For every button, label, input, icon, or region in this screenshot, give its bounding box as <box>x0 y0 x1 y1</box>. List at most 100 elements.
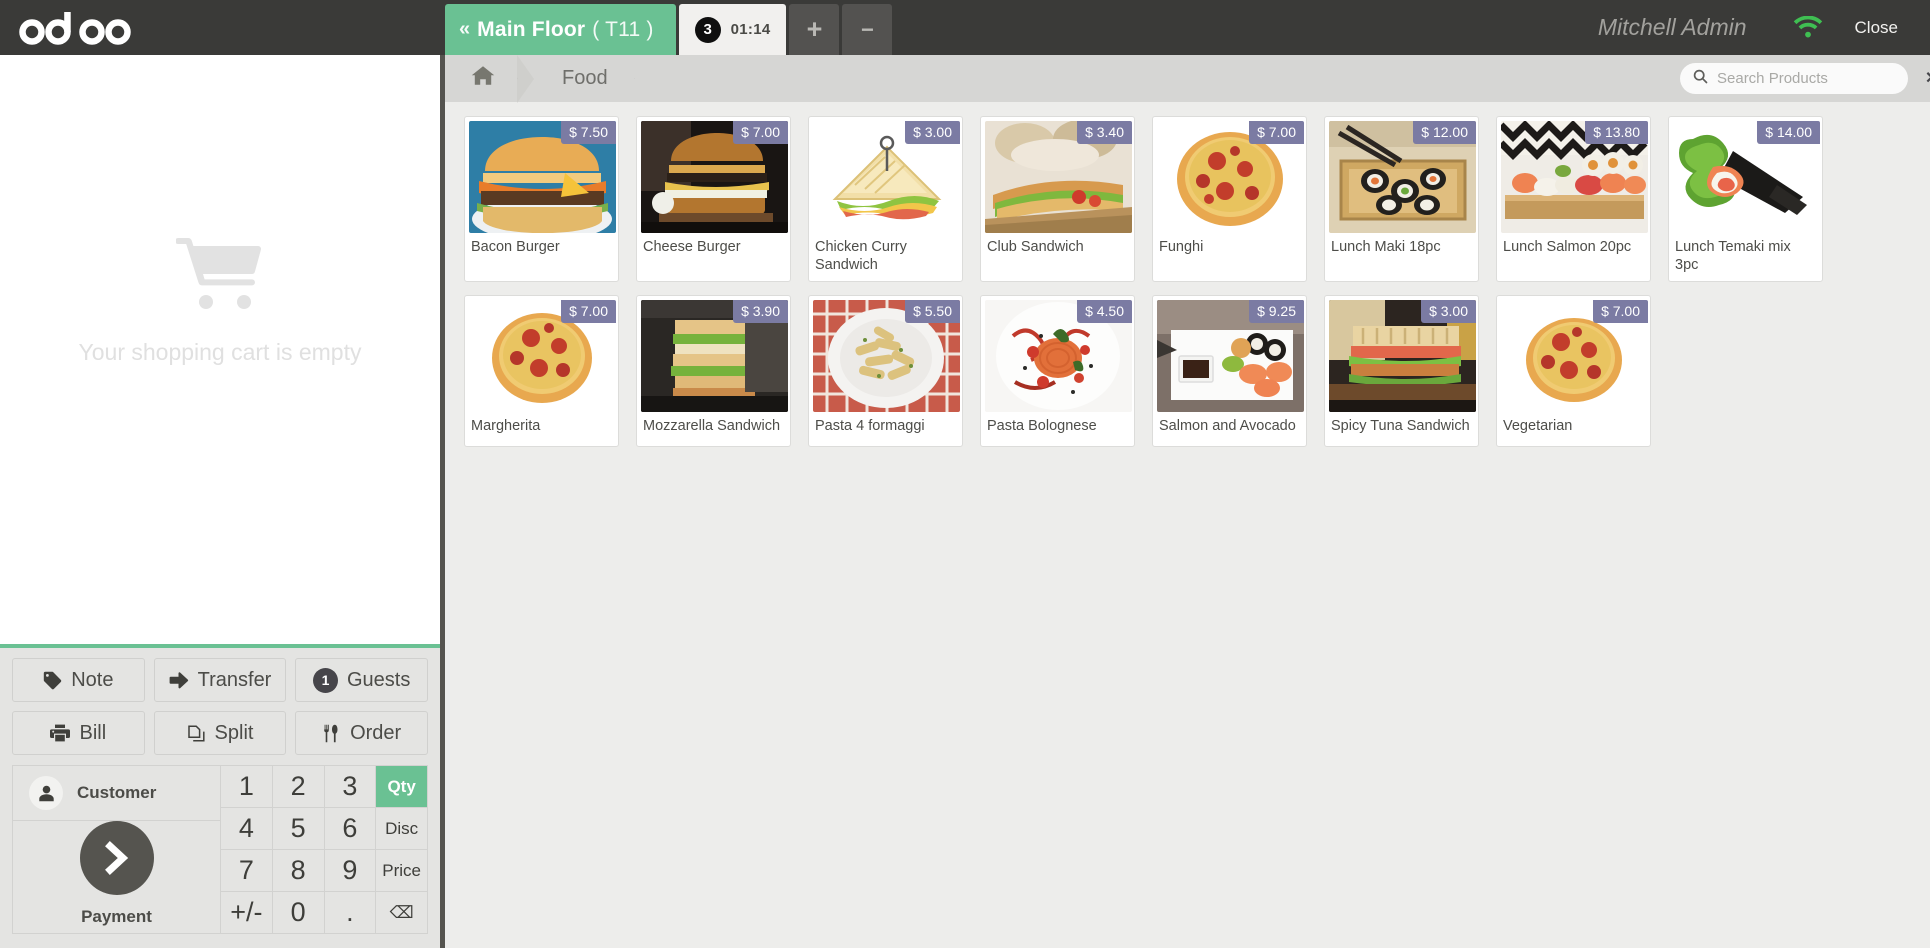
product-card[interactable]: $ 7.00 Margherita <box>464 295 619 448</box>
product-name: Club Sandwich <box>987 239 1084 255</box>
product-price: $ 13.80 <box>1585 121 1648 144</box>
product-name: Spicy Tuna Sandwich <box>1331 418 1470 435</box>
numpad-key-2[interactable]: 2 <box>272 766 325 808</box>
product-price: $ 3.90 <box>733 300 788 324</box>
numpad-key-0[interactable]: 0 <box>272 892 325 934</box>
product-image: $ 3.00 <box>1329 300 1476 413</box>
product-card[interactable]: $ 5.50 Pasta 4 formaggi <box>808 295 963 448</box>
plus-icon: + <box>806 14 823 44</box>
numpad-key-5[interactable]: 5 <box>272 808 325 850</box>
order-actions-grid: Note Transfer 1 Guests Bill Split Order <box>12 658 428 755</box>
empty-cart-placeholder: Your shopping cart is empty <box>0 55 440 644</box>
floor-selector-tab[interactable]: « Main Floor ( T11 ) <box>445 4 676 55</box>
pos-application: « Main Floor ( T11 ) 3 01:14 + − Mitchel… <box>0 0 1930 948</box>
product-search-box[interactable]: ✕ <box>1680 63 1930 94</box>
product-card[interactable]: $ 7.00 Funghi <box>1152 116 1307 283</box>
transfer-button[interactable]: Transfer <box>153 658 287 702</box>
tag-icon <box>43 671 62 690</box>
breadcrumb-separator <box>517 54 534 103</box>
add-order-button[interactable]: + <box>789 4 840 55</box>
product-price: $ 3.00 <box>1421 300 1476 324</box>
numpad-key-7[interactable]: 7 <box>221 850 273 892</box>
product-card[interactable]: $ 12.00 Lunch Maki 18pc <box>1324 116 1479 283</box>
numpad-key-6[interactable]: 6 <box>324 808 377 850</box>
product-card[interactable]: $ 13.80 Lunch Salmon 20pc <box>1496 116 1651 283</box>
breadcrumb-category[interactable]: Food <box>534 55 634 102</box>
printer-icon <box>50 724 71 742</box>
table-name: ( T11 ) <box>592 17 654 41</box>
product-image: $ 9.25 <box>1157 300 1304 413</box>
numpad: 1 2 3 Qty 4 5 6 Disc 7 8 9 Price +/- 0 .… <box>220 765 428 934</box>
numpad-key-1[interactable]: 1 <box>221 766 273 808</box>
numpad-mode-price[interactable]: Price <box>376 850 428 892</box>
product-price: $ 3.40 <box>1077 121 1132 144</box>
numpad-key-9[interactable]: 9 <box>324 850 377 892</box>
product-name: Lunch Salmon 20pc <box>1503 239 1632 255</box>
guest-count-badge: 1 <box>312 667 338 693</box>
minus-icon: − <box>861 16 874 42</box>
numpad-key-8[interactable]: 8 <box>272 850 325 892</box>
product-list-scroll[interactable]: $ 7.50 Bacon Burger $ 7.00 Cheese Burger… <box>445 102 1930 948</box>
remove-order-button[interactable]: − <box>842 4 893 55</box>
product-price: $ 3.00 <box>905 121 960 144</box>
close-icon[interactable]: ✕ <box>1925 70 1930 87</box>
note-button[interactable]: Note <box>12 658 145 702</box>
pos-body: Your shopping cart is empty Note Transfe… <box>0 54 1930 948</box>
product-price: $ 12.00 <box>1413 121 1476 144</box>
active-order-tab[interactable]: 3 01:14 <box>678 4 787 55</box>
numpad-key-sign[interactable]: +/- <box>221 892 273 934</box>
close-pos-button[interactable]: Close <box>1843 18 1924 38</box>
payment-column: Customer Payment <box>12 765 220 934</box>
product-image: $ 12.00 <box>1329 121 1476 233</box>
numpad-mode-discount[interactable]: Disc <box>376 808 428 850</box>
numpad-key-decimal[interactable]: . <box>324 892 377 934</box>
product-price: $ 7.00 <box>561 300 616 324</box>
product-price: $ 14.00 <box>1757 121 1820 144</box>
split-button[interactable]: Split <box>153 711 287 755</box>
product-card[interactable]: $ 4.50 Pasta Bolognese <box>980 295 1135 448</box>
payment-button[interactable]: Payment <box>13 821 220 933</box>
customer-label: Customer <box>77 783 157 802</box>
order-panel: Your shopping cart is empty Note Transfe… <box>0 55 445 948</box>
guests-button[interactable]: 1 Guests <box>295 658 428 702</box>
set-customer-button[interactable]: Customer <box>13 766 220 821</box>
product-image: $ 13.80 <box>1501 121 1648 233</box>
shopping-cart-icon <box>175 234 264 317</box>
numpad-key-3[interactable]: 3 <box>324 766 377 808</box>
floor-name: Main Floor <box>477 17 586 41</box>
product-name: Vegetarian <box>1503 418 1573 435</box>
numpad-mode-qty[interactable]: Qty <box>376 766 428 808</box>
product-card[interactable]: $ 3.40 Club Sandwich <box>980 116 1135 283</box>
product-name: Bacon Burger <box>471 239 560 255</box>
wifi-icon[interactable] <box>1773 16 1843 39</box>
product-card[interactable]: $ 3.90 Mozzarella Sandwich <box>636 295 791 448</box>
order-button[interactable]: Order <box>295 711 428 755</box>
product-name: Margherita <box>471 418 541 435</box>
product-card[interactable]: $ 9.25 Salmon and Avocado <box>1152 295 1307 448</box>
product-grid: $ 7.50 Bacon Burger $ 7.00 Cheese Burger… <box>464 116 1930 448</box>
bill-button[interactable]: Bill <box>12 711 145 755</box>
product-name: Cheese Burger <box>643 239 741 255</box>
product-price: $ 5.50 <box>905 300 960 324</box>
breadcrumb-home[interactable] <box>445 55 517 102</box>
numpad-backspace-icon[interactable]: ⌫ <box>376 892 428 934</box>
bill-label: Bill <box>79 721 107 744</box>
copy-icon <box>187 724 206 743</box>
current-user-name[interactable]: Mitchell Admin <box>1572 14 1773 41</box>
product-card[interactable]: $ 14.00 Lunch Temaki mix 3pc <box>1668 116 1823 283</box>
product-card[interactable]: $ 3.00 Chicken Curry Sandwich <box>808 116 963 283</box>
topbar-right-group: Mitchell Admin Close <box>1572 0 1930 55</box>
search-icon <box>1693 69 1708 89</box>
product-card[interactable]: $ 7.50 Bacon Burger <box>464 116 619 283</box>
product-image: $ 4.50 <box>985 300 1132 413</box>
order-label: Order <box>350 721 402 744</box>
numpad-key-4[interactable]: 4 <box>221 808 273 850</box>
product-card[interactable]: $ 7.00 Vegetarian <box>1496 295 1651 448</box>
note-label: Note <box>71 668 114 691</box>
empty-cart-text: Your shopping cart is empty <box>78 338 362 365</box>
product-card[interactable]: $ 3.00 Spicy Tuna Sandwich <box>1324 295 1479 448</box>
search-input[interactable] <box>1717 70 1916 87</box>
product-name: Mozzarella Sandwich <box>643 418 781 435</box>
product-image: $ 7.50 <box>469 121 616 233</box>
product-card[interactable]: $ 7.00 Cheese Burger <box>636 116 791 283</box>
